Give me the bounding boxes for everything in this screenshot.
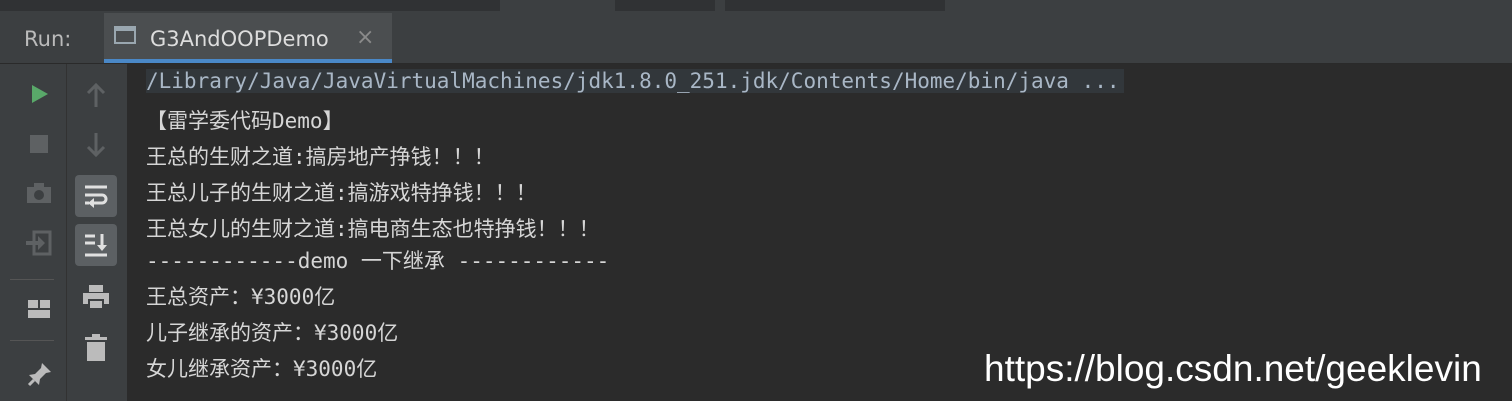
console-line: /Library/Java/JavaVirtualMachines/jdk1.8…	[146, 69, 1124, 93]
scroll-to-end-button[interactable]	[75, 224, 117, 266]
editor-tab[interactable]	[725, 0, 945, 11]
run-actions-toolbar	[0, 64, 66, 401]
tab-title: G3AndOOPDemo	[150, 27, 329, 51]
run-toolwindow-header: Run: G3AndOOPDemo ×	[0, 13, 1512, 64]
arrow-down-icon[interactable]	[85, 132, 107, 158]
pin-icon[interactable]	[27, 361, 53, 387]
arrow-up-icon[interactable]	[85, 82, 107, 108]
editor-tab[interactable]	[0, 0, 500, 11]
console-actions-toolbar	[66, 64, 127, 401]
toolbar-separator	[10, 340, 54, 341]
active-tab-indicator	[104, 59, 392, 63]
console-line: 王总女儿的生财之道:搞电商生态也特挣钱！！！	[146, 217, 600, 241]
stop-icon[interactable]	[28, 133, 50, 155]
editor-tab[interactable]	[615, 0, 715, 11]
toolbar-separator	[10, 279, 54, 280]
login-icon[interactable]	[24, 230, 52, 256]
layout-icon[interactable]	[27, 298, 51, 320]
tab-g3andoopdemo[interactable]: G3AndOOPDemo ×	[104, 13, 392, 63]
console-line: 王总的生财之道:搞房地产挣钱！！！	[146, 145, 495, 169]
console-line: 女儿继承资产：¥3000亿	[146, 357, 378, 381]
console-line: 王总儿子的生财之道:搞游戏特挣钱！！！	[146, 181, 537, 205]
console-line: 儿子继承的资产：¥3000亿	[146, 321, 399, 345]
run-label: Run:	[24, 27, 72, 51]
console-line: 王总资产：¥3000亿	[146, 285, 336, 309]
run-icon[interactable]	[28, 83, 50, 105]
trash-icon[interactable]	[84, 334, 108, 362]
console-line: 【雷学委代码Demo】	[146, 109, 344, 133]
editor-tabs-strip	[0, 0, 1512, 13]
scroll-to-end-icon	[85, 234, 107, 257]
console-line: ------------demo 一下继承 ------------	[146, 249, 610, 273]
soft-wrap-icon	[85, 185, 108, 208]
close-icon[interactable]: ×	[356, 25, 374, 50]
java-command-line[interactable]: /Library/Java/JavaVirtualMachines/jdk1.8…	[146, 69, 1124, 93]
soft-wrap-button[interactable]	[75, 175, 117, 217]
watermark: https://blog.csdn.net/geeklevin	[984, 348, 1482, 389]
console-icon	[114, 26, 136, 44]
camera-icon[interactable]	[26, 181, 52, 205]
print-icon[interactable]	[82, 284, 110, 310]
